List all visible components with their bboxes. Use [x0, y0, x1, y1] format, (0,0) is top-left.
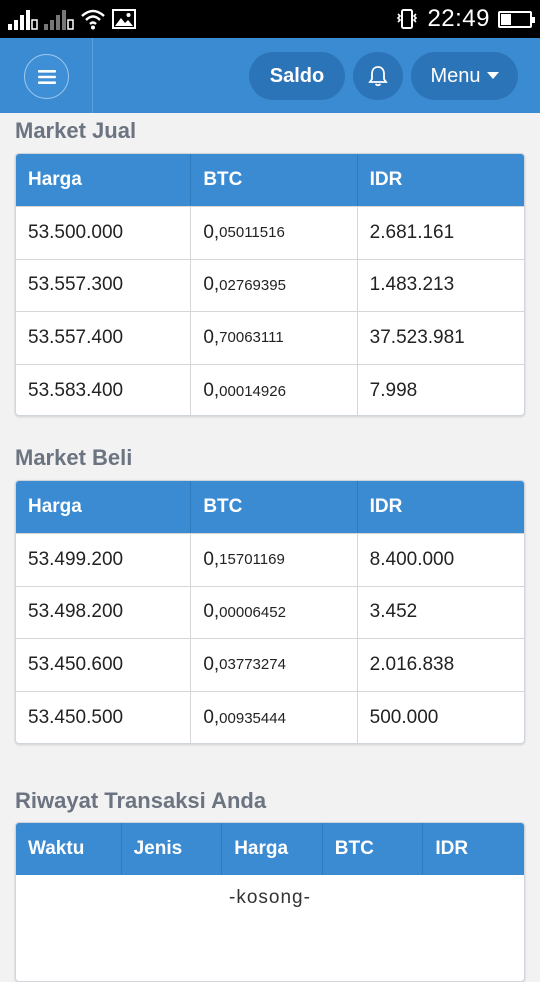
table-header: Harga BTC IDR	[16, 481, 524, 533]
table-row[interactable]: 53.557.300 0, 02769395 1.483.213	[16, 258, 524, 311]
harga-cell: 53.557.300	[16, 259, 192, 311]
btc-cell: 0, 05011516	[191, 207, 358, 259]
idr-cell: 3.452	[369, 601, 418, 623]
hamburger-icon	[37, 69, 56, 84]
image-icon	[112, 9, 136, 29]
column-header-btc[interactable]: BTC	[191, 154, 358, 206]
saldo-button[interactable]: Saldo	[249, 52, 345, 100]
signal-icon	[44, 10, 74, 30]
riwayat-table: Waktu Jenis Harga BTC IDR -kosong-	[15, 822, 525, 982]
column-header-waktu[interactable]: Waktu	[16, 823, 122, 875]
table-row[interactable]: 53.557.400 0, 70063111 37.523.981	[16, 311, 524, 364]
header-divider	[92, 38, 93, 113]
battery-icon	[498, 10, 535, 28]
column-header-harga[interactable]: Harga	[222, 823, 323, 875]
app-header: Saldo Menu	[0, 38, 540, 113]
btc-cell: 0, 00006452	[191, 586, 358, 638]
wifi-icon	[81, 9, 105, 30]
harga-cell: 53.450.600	[16, 639, 192, 691]
idr-cell: 8.400.000	[369, 548, 455, 570]
caret-down-icon	[486, 72, 499, 79]
table-row[interactable]: 53.499.200 0, 15701169 8.400.000	[16, 533, 524, 586]
harga-cell: 53.500.000	[16, 207, 192, 259]
column-header-idr[interactable]: IDR	[423, 823, 524, 875]
status-bar: 22:49	[0, 0, 540, 38]
harga-cell: 53.499.200	[16, 534, 192, 586]
table-row[interactable]: 53.498.200 0, 00006452 3.452	[16, 585, 524, 638]
bell-icon	[368, 66, 388, 87]
market-jual-table: Harga BTC IDR 53.500.000 0, 05011516 2.68…	[15, 153, 525, 416]
status-icons-right: 22:49	[395, 4, 535, 34]
market-beli-table: Harga BTC IDR 53.499.200 0, 15701169 8.40…	[15, 480, 525, 744]
signal-icon	[8, 10, 38, 30]
btc-cell: 0, 00935444	[191, 691, 358, 743]
column-header-btc[interactable]: BTC	[191, 481, 358, 533]
table-row[interactable]: 53.500.000 0, 05011516 2.681.161	[16, 206, 524, 259]
harga-cell: 53.450.500	[16, 691, 192, 743]
empty-state: -kosong-	[229, 887, 311, 908]
market-beli-title: Market Beli	[15, 445, 133, 470]
clock: 22:49	[427, 5, 490, 32]
btc-cell: 0, 00014926	[191, 364, 358, 415]
riwayat-title: Riwayat Transaksi Anda	[15, 788, 267, 813]
idr-cell: 7.998	[369, 380, 418, 401]
harga-cell: 53.498.200	[16, 586, 192, 638]
btc-cell: 0, 02769395	[191, 259, 358, 311]
column-header-idr[interactable]: IDR	[358, 481, 524, 533]
idr-cell: 2.681.161	[369, 221, 455, 243]
column-header-harga[interactable]: Harga	[16, 481, 192, 533]
idr-cell: 37.523.981	[369, 326, 465, 348]
notifications-button[interactable]	[353, 52, 403, 100]
column-header-harga[interactable]: Harga	[16, 154, 192, 206]
table-row[interactable]: 53.450.500 0, 00935444 500.000	[16, 690, 524, 743]
table-header: Harga BTC IDR	[16, 154, 524, 206]
menu-label: Menu	[430, 64, 481, 87]
status-icons-left	[8, 7, 136, 31]
market-jual-title: Market Jual	[15, 118, 137, 143]
table-header: Waktu Jenis Harga BTC IDR	[16, 823, 524, 875]
btc-cell: 0, 70063111	[191, 312, 358, 364]
idr-cell: 500.000	[369, 707, 439, 728]
idr-cell: 1.483.213	[369, 274, 455, 296]
vibrate-icon	[397, 9, 418, 29]
column-header-jenis[interactable]: Jenis	[122, 823, 223, 875]
btc-cell: 0, 15701169	[191, 534, 358, 586]
menu-dropdown-button[interactable]: Menu	[411, 52, 518, 100]
idr-cell: 2.016.838	[369, 653, 455, 675]
harga-cell: 53.583.400	[16, 364, 192, 415]
hamburger-menu-button[interactable]	[24, 54, 69, 99]
column-header-btc[interactable]: BTC	[323, 823, 424, 875]
btc-cell: 0, 03773274	[191, 639, 358, 691]
column-header-idr[interactable]: IDR	[358, 154, 524, 206]
harga-cell: 53.557.400	[16, 312, 192, 364]
table-row[interactable]: 53.450.600 0, 03773274 2.016.838	[16, 638, 524, 691]
table-row[interactable]: 53.583.400 0, 00014926 7.998	[16, 363, 524, 415]
